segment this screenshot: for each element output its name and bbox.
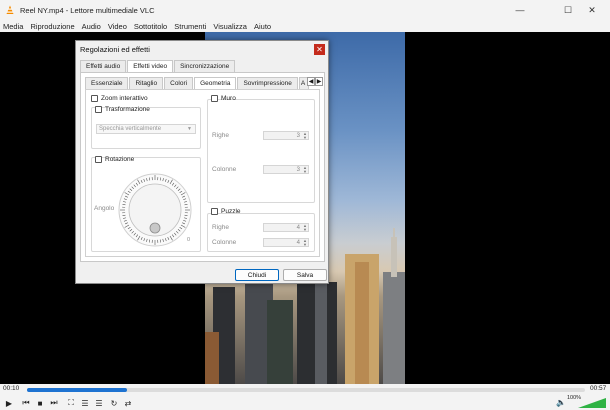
transform-checkbox[interactable]	[95, 106, 102, 113]
menu-bar: Media Riproduzione Audio Video Sottotito…	[0, 20, 610, 32]
angle-zero-label: 0	[187, 237, 191, 243]
adjustments-dialog: Regolazioni ed effetti ✕ Effetti audio E…	[75, 40, 329, 284]
shuffle-button[interactable]: ⇄	[122, 397, 134, 409]
spin-arrows-icon: ▲ ▼	[303, 165, 307, 174]
chevron-down-icon: ▼	[187, 126, 192, 132]
dialog-close-button[interactable]: ✕	[314, 44, 325, 55]
puzzle-rows-label: Righe	[212, 224, 229, 231]
shuffle-icon: ⇄	[124, 398, 132, 408]
chevron-left-icon: ◀	[308, 79, 314, 85]
loop-icon: ↻	[110, 398, 118, 408]
close-icon: ✕	[316, 45, 323, 54]
speaker-icon[interactable]: 🔈	[556, 398, 566, 407]
menu-audio[interactable]: Audio	[79, 22, 105, 31]
spin-arrows-icon: ▲ ▼	[303, 223, 307, 232]
play-button[interactable]: ▶	[3, 397, 15, 409]
skip-back-icon: ⏮	[22, 398, 30, 407]
elapsed-time: 00:10	[3, 385, 20, 392]
tab-scroll-right[interactable]: ▶	[315, 77, 323, 86]
seek-bar[interactable]	[27, 388, 585, 392]
transform-label: Trasformazione	[105, 106, 150, 113]
tab-scroll-left[interactable]: ◀	[307, 77, 315, 86]
window-close-button[interactable]: ✕	[574, 0, 610, 20]
geometry-panel: Zoom interattivo Trasformazione Specchia…	[85, 89, 320, 257]
puzzle-rows-input[interactable]: 4 ▲ ▼	[263, 223, 309, 232]
window-title: Reel NY.mp4 - Lettore multimediale VLC	[20, 5, 155, 15]
puzzle-label: Puzzle	[221, 208, 241, 215]
chevron-right-icon: ▶	[316, 79, 322, 85]
menu-playback[interactable]: Riproduzione	[27, 22, 78, 31]
minimize-icon: —	[515, 5, 525, 15]
angle-label: Angolo	[94, 205, 115, 212]
transform-select[interactable]: Specchia verticalmente ▼	[96, 124, 196, 134]
maximize-icon: ☐	[563, 4, 573, 15]
wall-group	[207, 99, 315, 203]
puzzle-checkbox[interactable]	[211, 208, 218, 215]
stop-button[interactable]: ■	[34, 397, 46, 409]
minimize-button[interactable]: —	[502, 0, 538, 20]
wall-rows-label: Righe	[212, 132, 229, 139]
fullscreen-button[interactable]: ⛶	[65, 397, 77, 409]
next-button[interactable]: ⏭	[48, 397, 60, 409]
playlist-icon: ☰	[95, 398, 103, 408]
menu-view[interactable]: Visualizza	[210, 22, 251, 31]
wall-cols-value: 3	[296, 167, 300, 173]
menu-video[interactable]: Video	[105, 22, 131, 31]
volume-slider[interactable]	[578, 398, 606, 408]
wall-rows-input[interactable]: 3 ▲ ▼	[263, 131, 309, 140]
puzzle-cols-label: Colonne	[212, 239, 237, 246]
spin-arrows-icon: ▲ ▼	[303, 131, 307, 140]
spin-arrows-icon: ▲ ▼	[303, 238, 307, 247]
menu-tools[interactable]: Strumenti	[171, 22, 210, 31]
rotation-checkbox[interactable]	[95, 156, 102, 163]
wall-cols-input[interactable]: 3 ▲ ▼	[263, 165, 309, 174]
previous-button[interactable]: ⏮	[20, 397, 32, 409]
skip-forward-icon: ⏭	[50, 398, 58, 407]
seek-progress	[27, 388, 128, 392]
rotation-label: Rotazione	[105, 156, 135, 163]
zoom-checkbox[interactable]	[91, 95, 98, 102]
wall-rows-value: 3	[296, 133, 300, 139]
wall-label: Muro	[221, 95, 236, 102]
wall-checkbox[interactable]	[211, 95, 218, 102]
dialog-title: Regolazioni ed effetti	[80, 45, 150, 54]
menu-subtitle[interactable]: Sottotitolo	[131, 22, 171, 31]
play-icon: ▶	[5, 398, 13, 408]
stop-icon: ■	[37, 398, 43, 408]
vlc-cone-icon	[6, 5, 14, 14]
playlist-button[interactable]: ☰	[93, 397, 105, 409]
puzzle-cols-input[interactable]: 4 ▲ ▼	[263, 238, 309, 247]
equalizer-icon: ☰	[81, 398, 89, 408]
transform-value: Specchia verticalmente	[99, 126, 162, 132]
loop-button[interactable]: ↻	[108, 397, 120, 409]
menu-media[interactable]: Media	[0, 22, 27, 31]
save-button[interactable]: Salva	[283, 269, 327, 281]
close-icon: ✕	[588, 4, 596, 15]
menu-help[interactable]: Aiuto	[251, 22, 275, 31]
controls-bar: ▶ ⏮ ■ ⏭ ⛶ ☰ ☰ ↻ ⇄ 🔈 100%	[0, 395, 610, 410]
video-effects-panel: Essenziale Ritaglio Colori Geometria Sov…	[80, 72, 325, 262]
wall-cols-label: Colonne	[212, 166, 237, 173]
close-button[interactable]: Chiudi	[235, 269, 279, 281]
seek-row: 00:10 00:57	[0, 384, 610, 396]
fullscreen-icon: ⛶	[68, 398, 74, 407]
zoom-label: Zoom interattivo	[101, 95, 148, 102]
puzzle-cols-value: 4	[296, 240, 300, 246]
puzzle-rows-value: 4	[296, 225, 300, 231]
angle-dial[interactable]	[115, 170, 195, 250]
extended-settings-button[interactable]: ☰	[79, 397, 91, 409]
total-time: 00:57	[590, 385, 607, 392]
